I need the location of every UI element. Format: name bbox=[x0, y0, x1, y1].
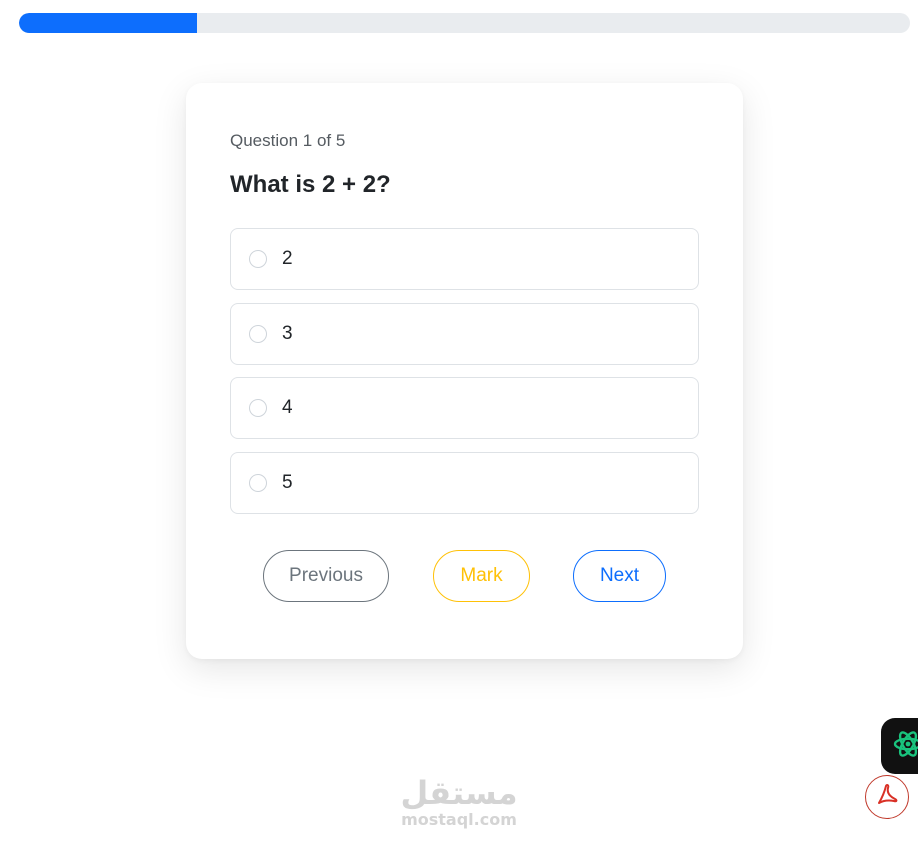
mostaql-watermark: مستقل mostaql.com bbox=[396, 775, 522, 829]
quiz-progress-bar bbox=[19, 13, 910, 33]
answer-options: 2 3 4 5 bbox=[230, 228, 699, 526]
answer-option-label: 4 bbox=[282, 397, 293, 418]
progress-fill bbox=[19, 13, 198, 33]
question-card: Question 1 of 5 What is 2 + 2? 2 3 4 5 P… bbox=[186, 83, 743, 659]
quiz-actions: Previous Mark Next bbox=[186, 550, 743, 603]
previous-button[interactable]: Previous bbox=[263, 550, 389, 602]
answer-option[interactable]: 3 bbox=[230, 302, 699, 365]
answer-option[interactable]: 4 bbox=[230, 377, 699, 439]
answer-option-label: 3 bbox=[282, 322, 293, 344]
answer-option[interactable]: 5 bbox=[230, 451, 699, 514]
radio-button[interactable] bbox=[249, 324, 267, 343]
radio-button[interactable] bbox=[249, 250, 267, 268]
radio-button[interactable] bbox=[249, 473, 267, 492]
watermark-latin: mostaql.com bbox=[401, 810, 517, 829]
question-text: What is 2 + 2? bbox=[230, 171, 391, 198]
atom-icon bbox=[893, 727, 918, 766]
answer-option[interactable]: 2 bbox=[230, 228, 699, 290]
ai-assistant-button[interactable] bbox=[881, 718, 918, 774]
watermark-arabic: مستقل bbox=[400, 774, 518, 812]
answer-option-label: 2 bbox=[282, 248, 293, 269]
answer-option-label: 5 bbox=[282, 471, 293, 493]
question-counter: Question 1 of 5 bbox=[230, 131, 346, 150]
mark-button[interactable]: Mark bbox=[433, 550, 530, 602]
acrobat-pdf-icon bbox=[874, 782, 900, 813]
next-button[interactable]: Next bbox=[573, 550, 666, 602]
radio-button[interactable] bbox=[249, 399, 267, 417]
pdf-button[interactable] bbox=[865, 775, 909, 819]
